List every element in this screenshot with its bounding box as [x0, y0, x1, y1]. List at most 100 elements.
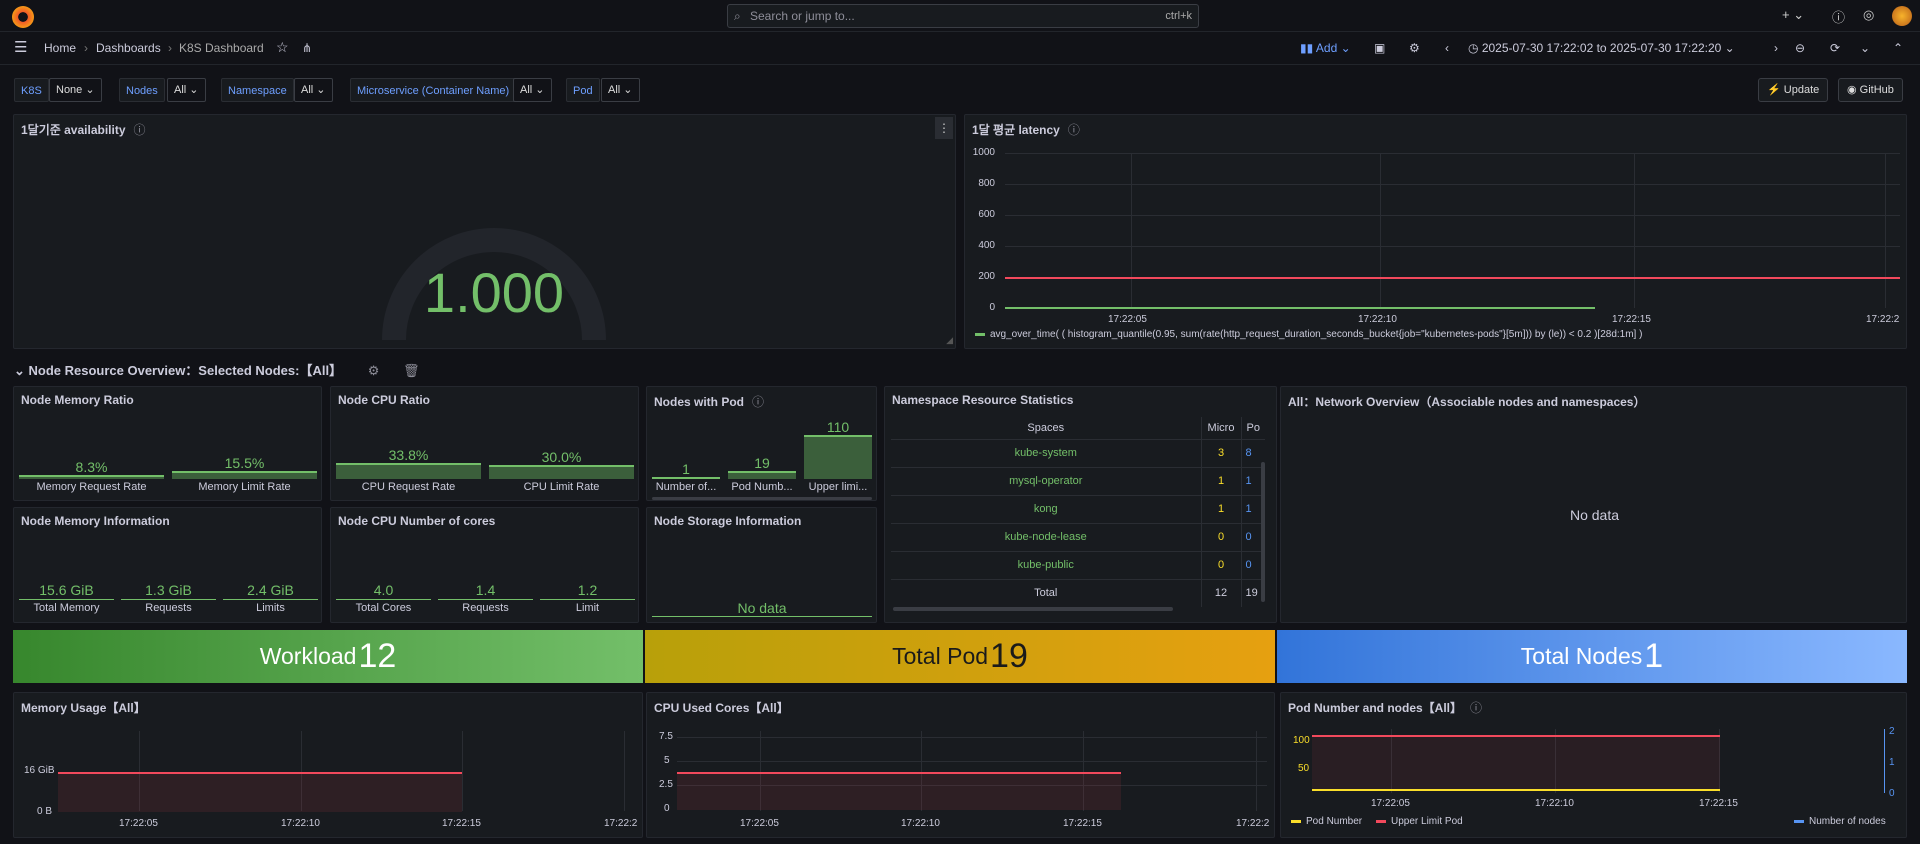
var-select-microservice[interactable]: All ⌄	[513, 78, 552, 102]
x-tick: 17:22:2	[604, 818, 638, 829]
y-tick: 1000	[972, 147, 995, 158]
refresh-icon[interactable]: ⟳	[1830, 41, 1840, 55]
trash-icon[interactable]: 🗑	[403, 363, 420, 378]
stat-label: Requests	[145, 602, 192, 614]
column-header[interactable]: Po	[1241, 417, 1265, 440]
stat-value: 12	[358, 637, 397, 675]
series-line-upper-limit	[1312, 735, 1720, 791]
legend-item[interactable]: Upper Limit Pod	[1376, 816, 1463, 827]
table-row: mysql-operator 1 1	[891, 467, 1265, 496]
y-tick: 5	[664, 755, 670, 766]
resize-handle-icon[interactable]: ◢	[946, 335, 953, 346]
stat-label: Upper limi...	[808, 481, 868, 493]
stat-label: Limits	[256, 602, 285, 614]
x-tick: 17:22:05	[740, 818, 779, 829]
zoom-out-icon[interactable]: ⊖	[1795, 41, 1805, 55]
scrollbar[interactable]	[652, 497, 872, 500]
panel-title: Node CPU Number of cores	[338, 514, 496, 528]
gear-icon[interactable]: ⚙	[1409, 41, 1420, 55]
breadcrumb-dashboards[interactable]: Dashboards	[96, 41, 161, 55]
memory-usage-panel: Memory Usage【All】 16 GiB 0 B 17:22:05 17…	[13, 692, 643, 838]
legend-item[interactable]: Pod Number	[1291, 816, 1362, 827]
stat-label: Pod Numb...	[731, 481, 793, 493]
info-icon[interactable]: ⓘ	[752, 395, 764, 409]
node-memory-info-panel: Node Memory Information 15.6 GiB Total M…	[13, 507, 322, 623]
var-select-k8s[interactable]: None ⌄	[49, 78, 102, 102]
stat-label: Memory Request Rate	[36, 481, 147, 493]
x-tick: 17:22:2	[1236, 818, 1270, 829]
x-tick: 17:22:10	[1358, 314, 1397, 325]
add-button[interactable]: ▮▮ Add ⌄	[1300, 41, 1351, 55]
refresh-interval-chevron-icon[interactable]: ⌄	[1860, 41, 1870, 55]
node-cpu-ratio-panel: Node CPU Ratio 33.8% CPU Request Rate 30…	[330, 386, 639, 501]
series-line-pod-number	[1312, 789, 1720, 791]
horizontal-scrollbar[interactable]	[893, 607, 1173, 611]
section-row[interactable]: ⌄ Node Resource Overview：Selected Nodes:…	[14, 360, 419, 379]
var-select-pod[interactable]: All ⌄	[601, 78, 640, 102]
y-tick: 7.5	[659, 731, 673, 742]
panel-title: Node Memory Information	[21, 514, 170, 528]
y-tick: 16 GiB	[24, 765, 55, 776]
info-icon[interactable]: ⓘ	[1068, 123, 1080, 137]
clock-icon: ◷	[1468, 41, 1482, 55]
news-icon[interactable]: ◎	[1863, 7, 1874, 23]
vertical-scrollbar[interactable]	[1261, 462, 1265, 602]
stat-value: 1	[1644, 637, 1664, 675]
avatar[interactable]	[1892, 6, 1912, 26]
total-nodes-stat: Total Nodes 1	[1277, 630, 1907, 683]
panel-title: Node CPU Ratio	[338, 393, 431, 407]
update-button[interactable]: ⚡ Update	[1758, 78, 1829, 102]
stat-label: Total Memory	[33, 602, 100, 614]
column-header[interactable]: Spaces	[891, 417, 1202, 440]
search-placeholder: Search or jump to...	[750, 9, 855, 23]
save-icon[interactable]: ▣	[1374, 41, 1385, 55]
info-icon[interactable]: ⓘ	[1470, 701, 1482, 715]
stat-value: 1.3 GiB	[145, 582, 192, 598]
star-icon[interactable]: ☆	[276, 39, 289, 56]
var-select-namespace[interactable]: All ⌄	[294, 78, 333, 102]
time-range-picker[interactable]: ◷ 2025-07-30 17:22:02 to 2025-07-30 17:2…	[1468, 41, 1735, 55]
var-label-microservice: Microservice (Container Name)	[350, 78, 517, 102]
stat-label: CPU Request Rate	[361, 481, 456, 493]
stat-value: 2.4 GiB	[247, 582, 294, 598]
plus-icon[interactable]: + ⌄	[1782, 7, 1804, 23]
share-icon[interactable]: ⋔	[302, 41, 312, 55]
panel-title: CPU Used Cores【All】	[654, 701, 789, 715]
help-icon[interactable]: ⓘ	[1832, 7, 1845, 26]
stat-label: CPU Limit Rate	[523, 481, 600, 493]
var-select-nodes[interactable]: All ⌄	[167, 78, 206, 102]
breadcrumb-home[interactable]: Home	[44, 41, 76, 55]
menu-icon[interactable]: ☰	[14, 38, 27, 56]
column-header[interactable]: Micro	[1201, 417, 1242, 440]
availability-value: 1.000	[423, 261, 565, 324]
y-tick-right: 0	[1889, 788, 1895, 799]
stat-label: Number of...	[655, 481, 717, 493]
table-row: kong 1 1	[891, 495, 1265, 524]
x-tick: 17:22:05	[1108, 314, 1147, 325]
search-shortcut: ctrl+k	[1165, 10, 1192, 22]
search-input[interactable]: ⌕ Search or jump to... ctrl+k	[727, 4, 1199, 28]
panel-title: 1달 평균 latency	[972, 123, 1060, 137]
gear-icon[interactable]: ⚙	[368, 363, 380, 378]
y-tick: 0	[664, 803, 670, 814]
time-forward-icon[interactable]: ›	[1774, 41, 1778, 55]
github-button[interactable]: ◉ GitHub	[1838, 78, 1903, 102]
time-back-icon[interactable]: ‹	[1445, 41, 1449, 55]
collapse-icon[interactable]: ⌃	[1893, 41, 1903, 55]
top-bar: ⌕ Search or jump to... ctrl+k + ⌄ ⓘ ◎	[0, 0, 1920, 32]
no-data-text: No data	[737, 600, 787, 616]
stat-value: 19	[754, 455, 770, 471]
x-tick: 17:22:05	[1371, 798, 1410, 809]
total-pod-stat: Total Pod 19	[645, 630, 1275, 683]
stat-value: 110	[826, 419, 850, 435]
legend-item[interactable]: avg_over_time( ( histogram_quantile(0.95…	[975, 329, 1642, 340]
info-icon[interactable]: ⓘ	[134, 123, 146, 137]
stat-value: 15.5%	[224, 455, 265, 471]
pod-number-nodes-panel: Pod Number and nodes【All】 ⓘ 100 50 2 1 0 …	[1280, 692, 1907, 838]
panel-menu-icon[interactable]: ⋮	[935, 117, 953, 139]
legend-item[interactable]: Number of nodes	[1794, 816, 1886, 827]
stat-value: 15.6 GiB	[39, 582, 94, 598]
panel-title: Memory Usage【All】	[21, 701, 146, 715]
x-tick: 17:22:15	[442, 818, 481, 829]
grafana-logo-icon[interactable]	[12, 6, 34, 28]
